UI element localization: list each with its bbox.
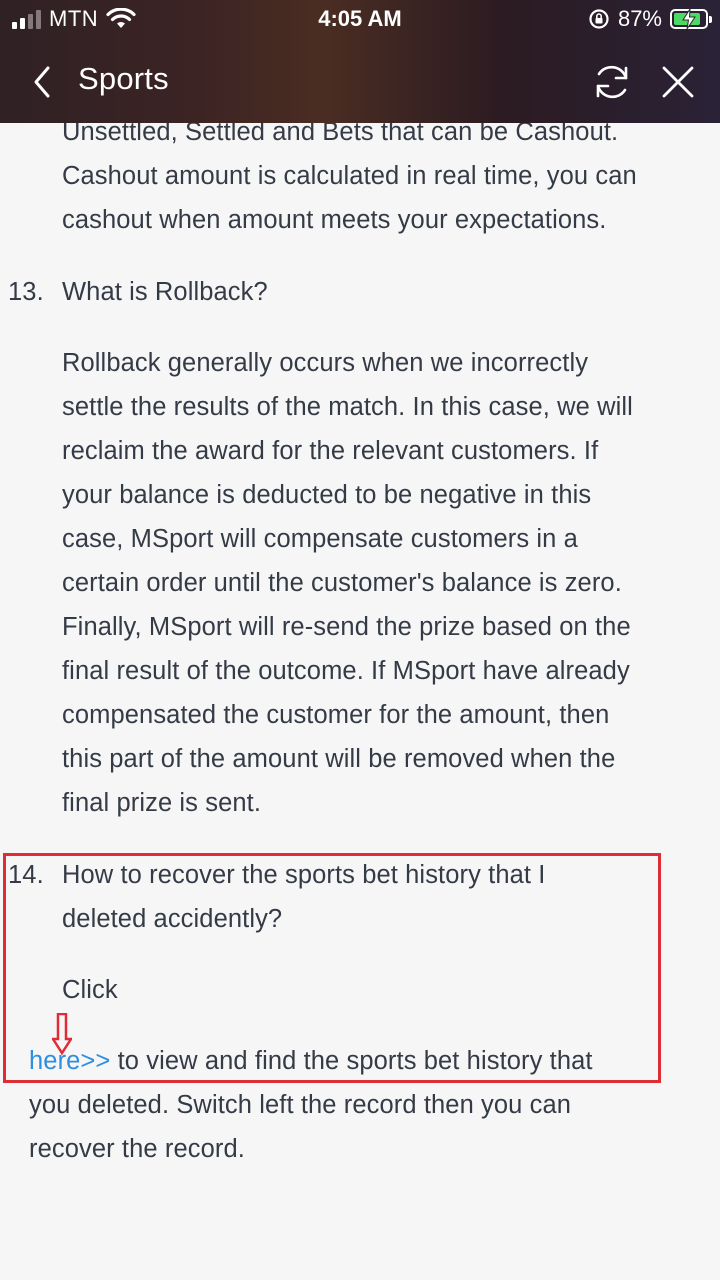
battery-percent: 87% <box>617 6 662 31</box>
text-line: recover the record. <box>29 1135 245 1163</box>
refresh-icon[interactable] <box>590 60 634 104</box>
text-line: cashout when amount meets your expectati… <box>62 206 607 234</box>
text-line: final result of the outcome. If MSport h… <box>62 657 630 685</box>
annotation-highlight-box <box>3 853 661 1083</box>
annotation-down-arrow-icon <box>52 1013 72 1055</box>
close-icon[interactable] <box>658 62 698 102</box>
orientation-lock-icon <box>589 9 609 29</box>
text-line: settle the results of the match. In this… <box>62 393 633 421</box>
page-title: Sports <box>78 61 169 96</box>
text-line: you deleted. Switch left the record then… <box>29 1091 572 1119</box>
text-line: certain order until the customer's balan… <box>62 569 622 597</box>
text-line: Cashout amount is calculated in real tim… <box>62 162 637 190</box>
text-line: case, MSport will compensate customers i… <box>62 525 578 553</box>
status-bar-right: 87% <box>588 6 712 32</box>
text-line: compensated the customer for the amount,… <box>62 701 610 729</box>
status-bar: MTN 4:05 AM 87% <box>0 0 720 40</box>
faq-item-13-answer: Rollback generally occurs when we incorr… <box>62 341 633 825</box>
back-arrow-icon[interactable] <box>28 64 58 100</box>
faq-article: Unsettled, Settled and Bets that can be … <box>0 0 720 1280</box>
text-line: Rollback generally occurs when we incorr… <box>62 349 589 377</box>
text-line: final prize is sent. <box>62 789 262 817</box>
app-header: MTN 4:05 AM 87% Sports <box>0 0 720 123</box>
text-line: this part of the amount will be removed … <box>62 745 616 773</box>
navigation-bar: Sports <box>0 52 720 112</box>
faq-item-13-question: What is Rollback? <box>62 278 268 306</box>
text-line: reclaim the award for the relevant custo… <box>62 437 599 465</box>
faq-item-13-number: 13. <box>8 278 44 306</box>
battery-icon <box>670 8 712 30</box>
text-line: your balance is deducted to be negative … <box>62 481 592 509</box>
intro-paragraph: Unsettled, Settled and Bets that can be … <box>62 110 637 242</box>
page: Unsettled, Settled and Bets that can be … <box>0 0 720 1280</box>
text-line: Finally, MSport will re-send the prize b… <box>62 613 631 641</box>
